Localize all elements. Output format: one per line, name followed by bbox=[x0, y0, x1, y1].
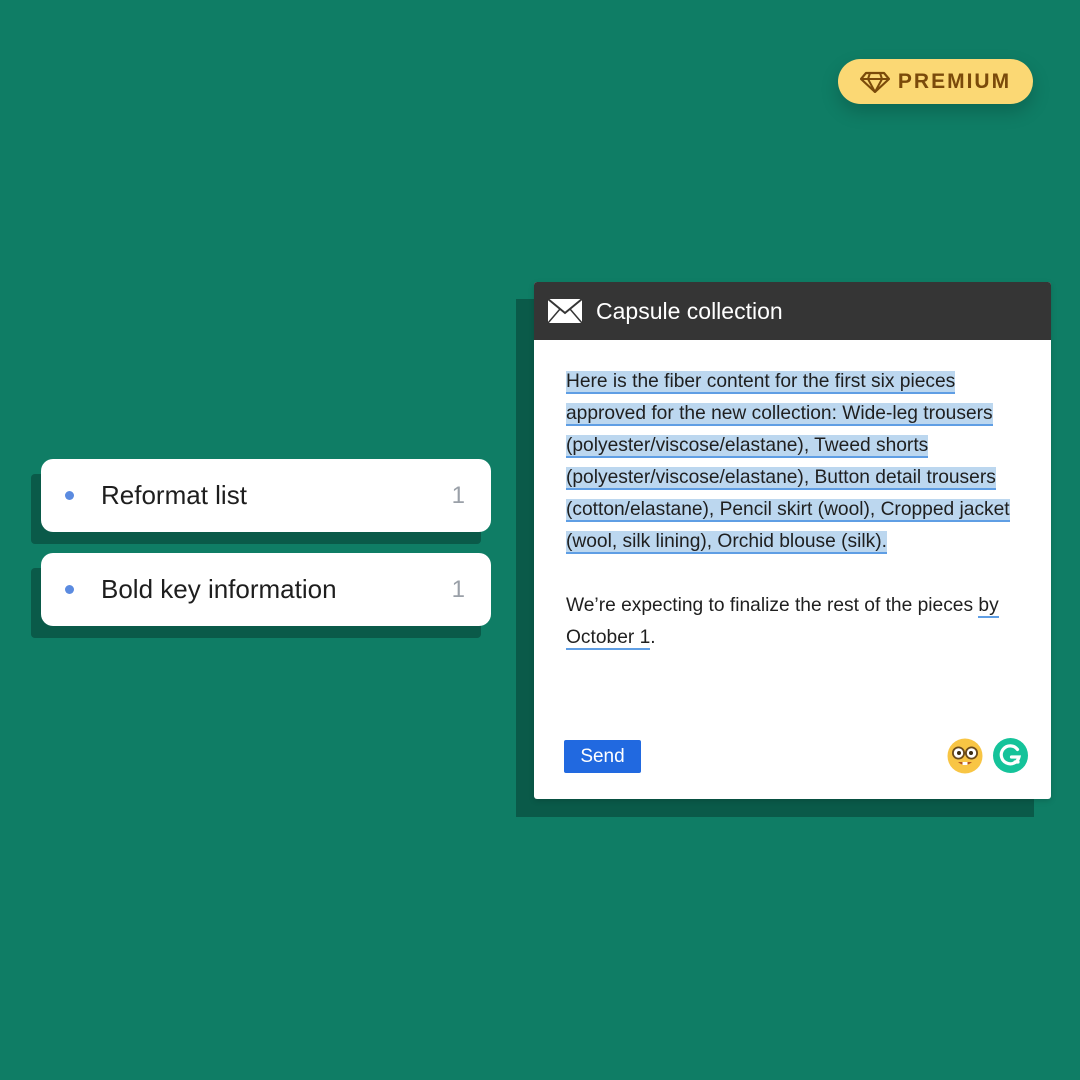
suggestion-label: Reformat list bbox=[101, 480, 247, 510]
email-body[interactable]: Here is the fiber content for the first … bbox=[566, 366, 1036, 654]
paragraph-text: We’re expecting to finalize the rest of … bbox=[566, 595, 979, 616]
nerd-face-emoji-icon[interactable] bbox=[947, 738, 983, 774]
email-titlebar: Capsule collection bbox=[534, 282, 1051, 340]
grammarly-icon[interactable] bbox=[993, 738, 1028, 773]
bullet-dot bbox=[65, 491, 74, 500]
diamond-icon bbox=[859, 71, 890, 93]
envelope-icon bbox=[547, 298, 583, 324]
send-button[interactable]: Send bbox=[564, 740, 641, 773]
suggestion-count: 1 bbox=[451, 481, 465, 509]
suggestion-card-bold-key-information[interactable]: Bold key information 1 bbox=[41, 553, 491, 626]
email-window: Capsule collection Here is the fiber con… bbox=[534, 282, 1051, 799]
suggestion-count: 1 bbox=[451, 575, 465, 603]
paragraph-end: . bbox=[650, 627, 656, 648]
email-subject: Capsule collection bbox=[596, 297, 783, 324]
highlighted-text[interactable]: Here is the fiber content for the first … bbox=[566, 371, 1010, 554]
suggestion-card-reformat-list[interactable]: Reformat list 1 bbox=[41, 459, 491, 532]
premium-badge[interactable]: PREMIUM bbox=[838, 59, 1033, 104]
suggestion-label: Bold key information bbox=[101, 574, 337, 604]
email-paragraph-highlighted: Here is the fiber content for the first … bbox=[566, 366, 1036, 558]
premium-label: PREMIUM bbox=[897, 69, 1012, 93]
bullet-dot bbox=[65, 585, 74, 594]
email-paragraph: We’re expecting to finalize the rest of … bbox=[566, 590, 1036, 654]
